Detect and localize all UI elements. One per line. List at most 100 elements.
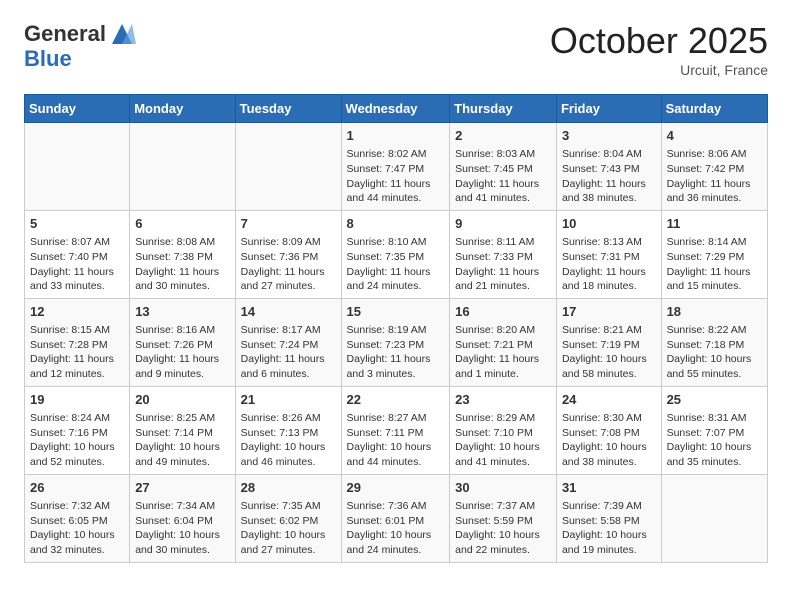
day-number: 19 [30, 391, 124, 409]
day-number: 31 [562, 479, 656, 497]
day-info: Sunrise: 8:19 AM Sunset: 7:23 PM Dayligh… [347, 323, 445, 382]
day-number: 7 [241, 215, 336, 233]
day-number: 30 [455, 479, 551, 497]
calendar-day-cell: 10Sunrise: 8:13 AM Sunset: 7:31 PM Dayli… [556, 210, 661, 298]
day-info: Sunrise: 8:09 AM Sunset: 7:36 PM Dayligh… [241, 235, 336, 294]
calendar-day-cell: 27 Sunrise: 7:34 AM Sunset: 6:04 PM Dayli… [130, 474, 235, 562]
day-info: Sunrise: 7:34 AM Sunset: 6:04 PM Dayligh… [135, 499, 229, 558]
day-of-week-header: Monday [130, 95, 235, 123]
day-number: 8 [347, 215, 445, 233]
calendar-day-cell: 14 Sunrise: 8:17 AM Sunset: 7:24 PM Dayli… [235, 298, 341, 386]
calendar-day-cell: 19 Sunrise: 8:24 AM Sunset: 7:16 PM Dayli… [25, 386, 130, 474]
calendar-week-row: 12 Sunrise: 8:15 AM Sunset: 7:28 PM Dayli… [25, 298, 768, 386]
calendar-week-row: 5 Sunrise: 8:07 AM Sunset: 7:40 PM Daylig… [25, 210, 768, 298]
calendar-table: SundayMondayTuesdayWednesdayThursdayFrid… [24, 94, 768, 563]
day-info: Sunrise: 8:06 AM Sunset: 7:42 PM Dayligh… [667, 147, 762, 206]
day-info: Sunrise: 8:26 AM Sunset: 7:13 PM Dayligh… [241, 411, 336, 470]
location-title: Urcuit, France [550, 62, 768, 78]
calendar-day-cell [661, 474, 767, 562]
calendar-day-cell [25, 123, 130, 211]
title-block: October 2025 Urcuit, France [550, 20, 768, 78]
calendar-day-cell: 15 Sunrise: 8:19 AM Sunset: 7:23 PM Dayli… [341, 298, 450, 386]
day-info: Sunrise: 8:11 AM Sunset: 7:33 PM Dayligh… [455, 235, 551, 294]
calendar-day-cell: 30Sunrise: 7:37 AM Sunset: 5:59 PM Dayli… [450, 474, 557, 562]
calendar-day-cell: 28 Sunrise: 7:35 AM Sunset: 6:02 PM Dayli… [235, 474, 341, 562]
day-info: Sunrise: 8:15 AM Sunset: 7:28 PM Dayligh… [30, 323, 124, 382]
day-number: 1 [347, 127, 445, 145]
day-number: 2 [455, 127, 551, 145]
calendar-day-cell: 21 Sunrise: 8:26 AM Sunset: 7:13 PM Dayli… [235, 386, 341, 474]
day-number: 28 [241, 479, 336, 497]
day-info: Sunrise: 8:21 AM Sunset: 7:19 PM Dayligh… [562, 323, 656, 382]
day-number: 4 [667, 127, 762, 145]
calendar-day-cell: 12 Sunrise: 8:15 AM Sunset: 7:28 PM Dayli… [25, 298, 130, 386]
day-number: 24 [562, 391, 656, 409]
calendar-header-row: SundayMondayTuesdayWednesdayThursdayFrid… [25, 95, 768, 123]
calendar-day-cell [130, 123, 235, 211]
day-number: 10 [562, 215, 656, 233]
calendar-week-row: 26Sunrise: 7:32 AM Sunset: 6:05 PM Dayli… [25, 474, 768, 562]
logo-icon [108, 20, 136, 48]
day-info: Sunrise: 7:36 AM Sunset: 6:01 PM Dayligh… [347, 499, 445, 558]
logo-general-text: General [24, 23, 106, 45]
calendar-day-cell: 6Sunrise: 8:08 AM Sunset: 7:38 PM Daylig… [130, 210, 235, 298]
day-info: Sunrise: 8:29 AM Sunset: 7:10 PM Dayligh… [455, 411, 551, 470]
day-number: 22 [347, 391, 445, 409]
day-number: 18 [667, 303, 762, 321]
day-number: 14 [241, 303, 336, 321]
calendar-day-cell: 23 Sunrise: 8:29 AM Sunset: 7:10 PM Dayli… [450, 386, 557, 474]
logo-blue-text: Blue [24, 46, 72, 71]
calendar-day-cell: 31Sunrise: 7:39 AM Sunset: 5:58 PM Dayli… [556, 474, 661, 562]
calendar-day-cell: 20Sunrise: 8:25 AM Sunset: 7:14 PM Dayli… [130, 386, 235, 474]
calendar-day-cell: 11 Sunrise: 8:14 AM Sunset: 7:29 PM Dayli… [661, 210, 767, 298]
day-of-week-header: Tuesday [235, 95, 341, 123]
day-of-week-header: Wednesday [341, 95, 450, 123]
calendar-day-cell: 22 Sunrise: 8:27 AM Sunset: 7:11 PM Dayli… [341, 386, 450, 474]
day-number: 5 [30, 215, 124, 233]
day-number: 11 [667, 215, 762, 233]
day-number: 20 [135, 391, 229, 409]
day-number: 26 [30, 479, 124, 497]
calendar-day-cell: 24Sunrise: 8:30 AM Sunset: 7:08 PM Dayli… [556, 386, 661, 474]
calendar-day-cell: 13Sunrise: 8:16 AM Sunset: 7:26 PM Dayli… [130, 298, 235, 386]
day-number: 23 [455, 391, 551, 409]
day-number: 9 [455, 215, 551, 233]
day-info: Sunrise: 8:04 AM Sunset: 7:43 PM Dayligh… [562, 147, 656, 206]
calendar-day-cell: 7 Sunrise: 8:09 AM Sunset: 7:36 PM Daylig… [235, 210, 341, 298]
day-number: 12 [30, 303, 124, 321]
day-of-week-header: Thursday [450, 95, 557, 123]
day-info: Sunrise: 8:14 AM Sunset: 7:29 PM Dayligh… [667, 235, 762, 294]
day-number: 13 [135, 303, 229, 321]
day-info: Sunrise: 8:22 AM Sunset: 7:18 PM Dayligh… [667, 323, 762, 382]
calendar-day-cell: 29 Sunrise: 7:36 AM Sunset: 6:01 PM Dayli… [341, 474, 450, 562]
calendar-day-cell [235, 123, 341, 211]
day-number: 21 [241, 391, 336, 409]
day-info: Sunrise: 8:07 AM Sunset: 7:40 PM Dayligh… [30, 235, 124, 294]
day-info: Sunrise: 7:35 AM Sunset: 6:02 PM Dayligh… [241, 499, 336, 558]
calendar-day-cell: 16Sunrise: 8:20 AM Sunset: 7:21 PM Dayli… [450, 298, 557, 386]
day-info: Sunrise: 8:24 AM Sunset: 7:16 PM Dayligh… [30, 411, 124, 470]
calendar-week-row: 19 Sunrise: 8:24 AM Sunset: 7:16 PM Dayli… [25, 386, 768, 474]
calendar-day-cell: 3Sunrise: 8:04 AM Sunset: 7:43 PM Daylig… [556, 123, 661, 211]
day-info: Sunrise: 8:08 AM Sunset: 7:38 PM Dayligh… [135, 235, 229, 294]
calendar-day-cell: 9 Sunrise: 8:11 AM Sunset: 7:33 PM Daylig… [450, 210, 557, 298]
page-header: General Blue October 2025 Urcuit, France [24, 20, 768, 78]
day-info: Sunrise: 8:17 AM Sunset: 7:24 PM Dayligh… [241, 323, 336, 382]
calendar-day-cell: 18 Sunrise: 8:22 AM Sunset: 7:18 PM Dayli… [661, 298, 767, 386]
day-number: 29 [347, 479, 445, 497]
calendar-day-cell: 26Sunrise: 7:32 AM Sunset: 6:05 PM Dayli… [25, 474, 130, 562]
calendar-day-cell: 8 Sunrise: 8:10 AM Sunset: 7:35 PM Daylig… [341, 210, 450, 298]
day-number: 15 [347, 303, 445, 321]
day-number: 17 [562, 303, 656, 321]
day-info: Sunrise: 8:20 AM Sunset: 7:21 PM Dayligh… [455, 323, 551, 382]
day-of-week-header: Saturday [661, 95, 767, 123]
day-info: Sunrise: 8:10 AM Sunset: 7:35 PM Dayligh… [347, 235, 445, 294]
day-info: Sunrise: 8:27 AM Sunset: 7:11 PM Dayligh… [347, 411, 445, 470]
calendar-day-cell: 5 Sunrise: 8:07 AM Sunset: 7:40 PM Daylig… [25, 210, 130, 298]
day-number: 27 [135, 479, 229, 497]
month-title: October 2025 [550, 20, 768, 62]
calendar-day-cell: 25Sunrise: 8:31 AM Sunset: 7:07 PM Dayli… [661, 386, 767, 474]
day-of-week-header: Sunday [25, 95, 130, 123]
calendar-day-cell: 17 Sunrise: 8:21 AM Sunset: 7:19 PM Dayli… [556, 298, 661, 386]
day-number: 25 [667, 391, 762, 409]
